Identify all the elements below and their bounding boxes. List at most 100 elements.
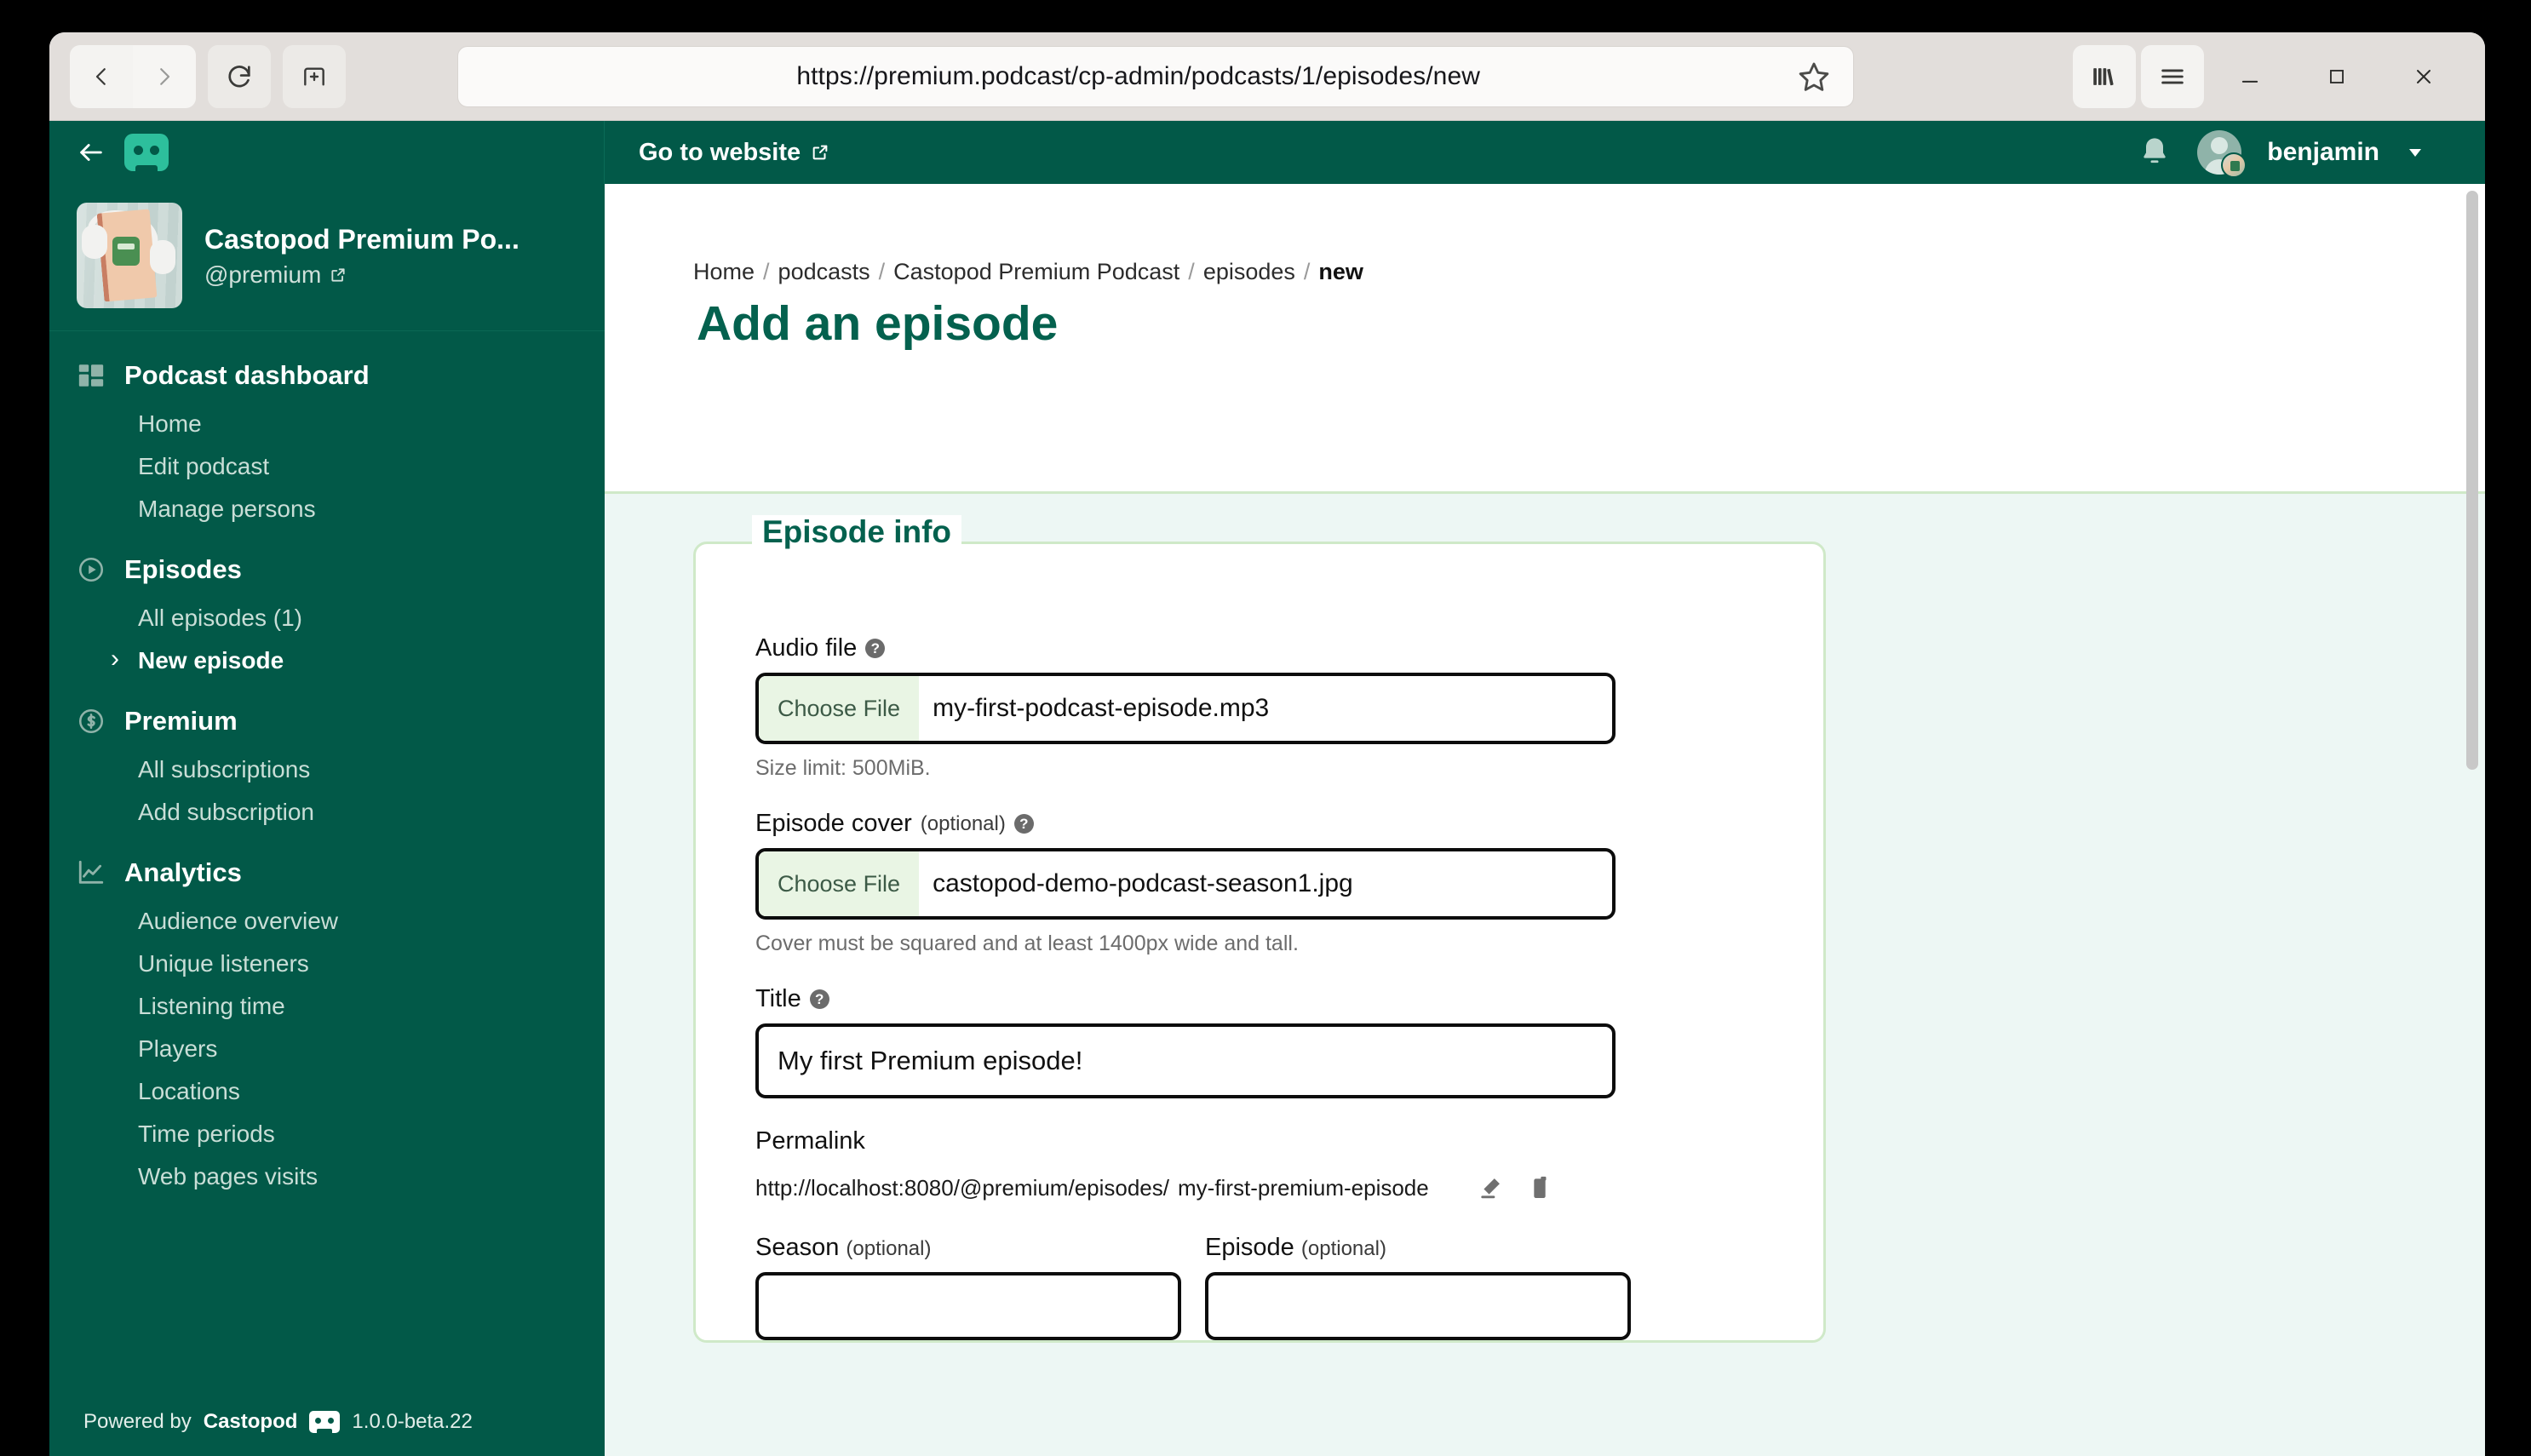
sidebar-item-listening-time[interactable]: Listening time [49, 985, 605, 1028]
window-minimize-button[interactable] [2209, 43, 2291, 110]
sidebar-item-audience-overview[interactable]: Audience overview [49, 900, 605, 943]
sidebar-item-players[interactable]: Players [49, 1028, 605, 1070]
episode-number-input[interactable] [1205, 1272, 1631, 1340]
podcast-handle-row[interactable]: @premium [204, 261, 519, 289]
audio-file-input[interactable]: Choose File my-first-podcast-episode.mp3 [755, 673, 1616, 744]
sidebar-item-home[interactable]: Home [49, 403, 605, 445]
app-menu-button[interactable] [2140, 44, 2204, 108]
episode-cover-hint: Cover must be squared and at least 1400p… [755, 931, 1299, 955]
breadcrumb-item-castopod-premium-podcast[interactable]: Castopod Premium Podcast [893, 259, 1179, 285]
window-close-button[interactable] [2383, 43, 2465, 110]
castopod-logo-icon[interactable] [124, 134, 169, 171]
notification-bell-icon[interactable] [2138, 135, 2172, 169]
castopod-brand-label: Castopod [203, 1410, 298, 1433]
go-to-website-label: Go to website [639, 138, 801, 166]
go-to-website-link[interactable]: Go to website [639, 139, 829, 167]
window-maximize-button[interactable] [2296, 43, 2378, 110]
episode-cover-label-row: Episode cover (optional) ? [755, 810, 1764, 838]
sidebar-section-header[interactable]: Premium [49, 697, 605, 748]
podcast-meta: Castopod Premium Po... @premium [204, 222, 519, 289]
audio-file-hint: Size limit: 500MiB. [755, 756, 931, 780]
library-button[interactable] [2072, 44, 2136, 108]
sidebar-item-unique-listeners[interactable]: Unique listeners [49, 943, 605, 985]
back-arrow-icon[interactable] [77, 138, 106, 167]
title-label: Title [755, 985, 801, 1012]
sidebar-podcast-card[interactable]: Castopod Premium Po... @premium [49, 184, 605, 331]
help-icon[interactable]: ? [1013, 814, 1034, 834]
sidebar-item-web-pages-visits[interactable]: Web pages visits [49, 1155, 605, 1198]
copy-clipboard-icon[interactable] [1526, 1174, 1553, 1201]
content-scrollbar[interactable] [2466, 191, 2478, 770]
sidebar-section-header[interactable]: Podcast dashboard [49, 352, 605, 403]
permalink-row: http://localhost:8080/@premium/episodes/… [755, 1174, 1764, 1201]
episode-form: Audio file ? Choose File my-first-podcas… [696, 544, 1823, 1340]
castopod-version-label: 1.0.0-beta.22 [352, 1410, 473, 1433]
chevron-down-icon[interactable] [2405, 142, 2425, 163]
episode-cover-label: Episode cover [755, 810, 912, 837]
season-field: Season (optional) [755, 1234, 1181, 1340]
episode-number-field: Episode (optional) [1205, 1234, 1631, 1340]
sidebar-item-manage-persons[interactable]: Manage persons [49, 488, 605, 530]
breadcrumb-item-home[interactable]: Home [693, 259, 755, 285]
sidebar-item-edit-podcast[interactable]: Edit podcast [49, 445, 605, 488]
episode-label-row: Episode (optional) [1205, 1234, 1631, 1262]
sidebar-section-premium: Premium All subscriptions Add subscription [49, 697, 605, 834]
edit-pencil-icon[interactable] [1477, 1174, 1504, 1201]
audio-file-field: Audio file ? Choose File my-first-podcas… [755, 634, 1764, 781]
sidebar-section-header[interactable]: Episodes [49, 546, 605, 597]
sidebar-section-title: Podcast dashboard [124, 360, 370, 390]
cover-choose-file-button[interactable]: Choose File [759, 851, 920, 916]
permalink-slug: my-first-premium-episode [1178, 1174, 1429, 1201]
sidebar-section-title: Episodes [124, 554, 242, 584]
sidebar-section-header[interactable]: Analytics [49, 849, 605, 900]
help-icon[interactable]: ? [865, 639, 886, 658]
sidebar-item-all-subscriptions[interactable]: All subscriptions [49, 748, 605, 791]
title-label-row: Title ? [755, 985, 1764, 1013]
episode-info-fieldset: Episode info Audio file ? Choose File my… [693, 514, 1826, 1343]
season-episode-row: Season (optional) Episode (optional) [755, 1234, 1764, 1340]
app-body: Castopod Premium Po... @premium Podcast … [49, 184, 2485, 1456]
sidebar-item-add-subscription[interactable]: Add subscription [49, 791, 605, 834]
forward-button[interactable] [133, 44, 196, 108]
episode-info-legend: Episode info [752, 514, 961, 555]
cassette-icon [309, 1411, 341, 1433]
season-optional-label: (optional) [846, 1237, 932, 1260]
episode-cover-input[interactable]: Choose File castopod-demo-podcast-season… [755, 848, 1616, 920]
episode-optional-label: (optional) [1300, 1237, 1386, 1260]
audio-file-label: Audio file [755, 634, 858, 662]
address-bar[interactable]: https://premium.podcast/cp-admin/podcast… [456, 45, 1854, 107]
avatar[interactable] [2197, 130, 2247, 178]
audio-choose-file-button[interactable]: Choose File [759, 676, 920, 741]
podcast-title: Castopod Premium Po... [204, 224, 519, 255]
sidebar-nav: Podcast dashboard Home Edit podcast Manage … [49, 331, 605, 1391]
breadcrumb-item-podcasts[interactable]: podcasts [778, 259, 870, 285]
sidebar-item-new-episode[interactable]: New episode [49, 639, 605, 682]
play-circle-icon [77, 555, 106, 584]
podcast-cover-image [77, 203, 182, 308]
breadcrumb-separator: / [1303, 259, 1311, 284]
sidebar-section-title: Analytics [124, 857, 242, 887]
sidebar-item-time-periods[interactable]: Time periods [49, 1113, 605, 1155]
browser-toolbar: https://premium.podcast/cp-admin/podcast… [49, 32, 2485, 121]
money-circle-icon [77, 707, 106, 736]
breadcrumb-separator: / [1188, 259, 1195, 284]
episode-cover-file-name: castopod-demo-podcast-season1.jpg [933, 869, 1353, 897]
sidebar-item-locations[interactable]: Locations [49, 1070, 605, 1113]
reload-button[interactable] [208, 44, 271, 108]
back-button[interactable] [70, 44, 133, 108]
title-input[interactable]: My first Premium episode! [755, 1023, 1616, 1098]
season-input[interactable] [755, 1272, 1181, 1340]
episode-cover-field: Episode cover (optional) ? Choose File c… [755, 810, 1764, 956]
main-content: Home / podcasts / Castopod Premium Podcast / e… [605, 184, 2485, 1456]
sidebar-item-all-episodes-1[interactable]: All episodes (1) [49, 597, 605, 639]
content-header: Home / podcasts / Castopod Premium Podcast / e… [605, 184, 2485, 494]
bookmark-star-icon[interactable] [1797, 60, 1831, 94]
breadcrumb-item-episodes[interactable]: episodes [1203, 259, 1295, 285]
avatar-podcast-badge-icon [2221, 152, 2247, 178]
sidebar-section-episodes: Episodes All episodes (1)New episode [49, 546, 605, 682]
nav-button-group [70, 44, 196, 108]
browser-toolbar-right [2072, 43, 2465, 110]
new-tab-button[interactable] [283, 44, 346, 108]
help-icon[interactable]: ? [809, 989, 829, 1009]
permalink-actions [1477, 1174, 1553, 1201]
